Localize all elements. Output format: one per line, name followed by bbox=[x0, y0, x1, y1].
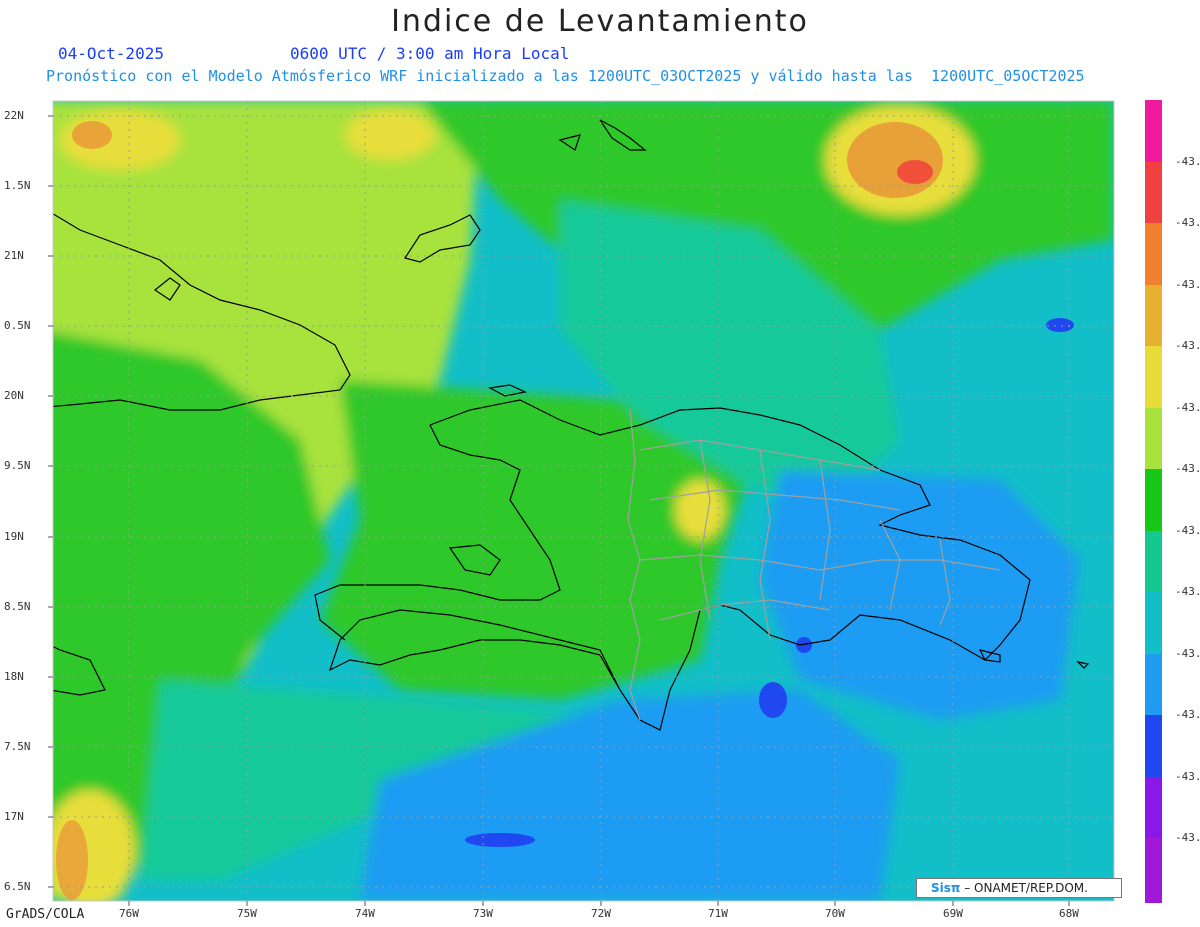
lon-label: 68W bbox=[1059, 907, 1079, 920]
colorbar-swatch-7 bbox=[1145, 531, 1162, 592]
field-darkblue-2 bbox=[465, 833, 535, 847]
brand-org: – ONAMET/REP.DOM. bbox=[964, 881, 1088, 895]
colorbar-swatch-11 bbox=[1145, 777, 1162, 838]
lat-label: 19N bbox=[4, 530, 24, 543]
colorbar-label: -43.3 bbox=[1175, 401, 1200, 414]
colorbar-label: -43.2 bbox=[1175, 339, 1200, 352]
lon-label: 76W bbox=[119, 907, 139, 920]
colorbar-swatch-12 bbox=[1145, 838, 1162, 903]
colorbar-label: -43.1 bbox=[1175, 216, 1200, 229]
field-orange-sw bbox=[56, 820, 88, 900]
brand-box: Sisπ – ONAMET/REP.DOM. bbox=[916, 878, 1122, 898]
lat-label: 0.5N bbox=[4, 319, 31, 332]
colorbar-swatch-0 bbox=[1145, 100, 1162, 162]
colorbar-label: -43.4 bbox=[1175, 585, 1200, 598]
lat-label: 17N bbox=[4, 810, 24, 823]
colorbar-label: -43.5 bbox=[1175, 647, 1200, 660]
colorbar-label: -43.4 bbox=[1175, 524, 1200, 537]
map-canvas bbox=[48, 100, 1162, 906]
colorbar-swatch-5 bbox=[1145, 408, 1162, 469]
colorbar-swatch-10 bbox=[1145, 715, 1162, 777]
colorbar-label: -43.1 bbox=[1175, 155, 1200, 168]
field-darkblue-1 bbox=[759, 682, 787, 718]
field-orange-ne bbox=[847, 122, 943, 198]
field-yellow-cibao bbox=[675, 480, 725, 540]
colorbar-swatch-2 bbox=[1145, 223, 1162, 285]
lon-label: 75W bbox=[237, 907, 257, 920]
lon-label: 70W bbox=[825, 907, 845, 920]
colorbar-label: -43.2 bbox=[1175, 278, 1200, 291]
lat-label: 6.5N bbox=[4, 880, 31, 893]
colorbar-label: -43.5 bbox=[1175, 708, 1200, 721]
lon-label: 69W bbox=[943, 907, 963, 920]
lat-label: 8.5N bbox=[4, 600, 31, 613]
lifted-index-field bbox=[53, 101, 1114, 901]
lat-label: 18N bbox=[4, 670, 24, 683]
brand-name: Sisπ bbox=[931, 881, 961, 895]
colorbar-swatch-3 bbox=[1145, 285, 1162, 346]
lon-label: 71W bbox=[708, 907, 728, 920]
lat-label: 9.5N bbox=[4, 459, 31, 472]
colorbar-swatch-6 bbox=[1145, 469, 1162, 531]
field-red-core bbox=[897, 160, 933, 184]
colorbar bbox=[1145, 100, 1162, 903]
lat-label: 21N bbox=[4, 249, 24, 262]
colorbar-label: -43.6 bbox=[1175, 770, 1200, 783]
field-yellow-n bbox=[345, 110, 435, 160]
lon-label: 73W bbox=[473, 907, 493, 920]
lat-label: 22N bbox=[4, 109, 24, 122]
lat-label: 7.5N bbox=[4, 740, 31, 753]
colorbar-swatch-8 bbox=[1145, 592, 1162, 654]
colorbar-label: -43.6 bbox=[1175, 831, 1200, 844]
colorbar-swatch-1 bbox=[1145, 162, 1162, 223]
lat-label: 1.5N bbox=[4, 179, 31, 192]
lon-label: 74W bbox=[355, 907, 375, 920]
colorbar-swatch-4 bbox=[1145, 346, 1162, 408]
field-darkblue-4 bbox=[1046, 318, 1074, 332]
grads-credit: GrADS/COLA bbox=[6, 907, 85, 922]
field-orange-nw bbox=[72, 121, 112, 149]
lon-label: 72W bbox=[591, 907, 611, 920]
colorbar-label: -43.3 bbox=[1175, 462, 1200, 475]
colorbar-swatch-9 bbox=[1145, 654, 1162, 715]
lat-label: 20N bbox=[4, 389, 24, 402]
